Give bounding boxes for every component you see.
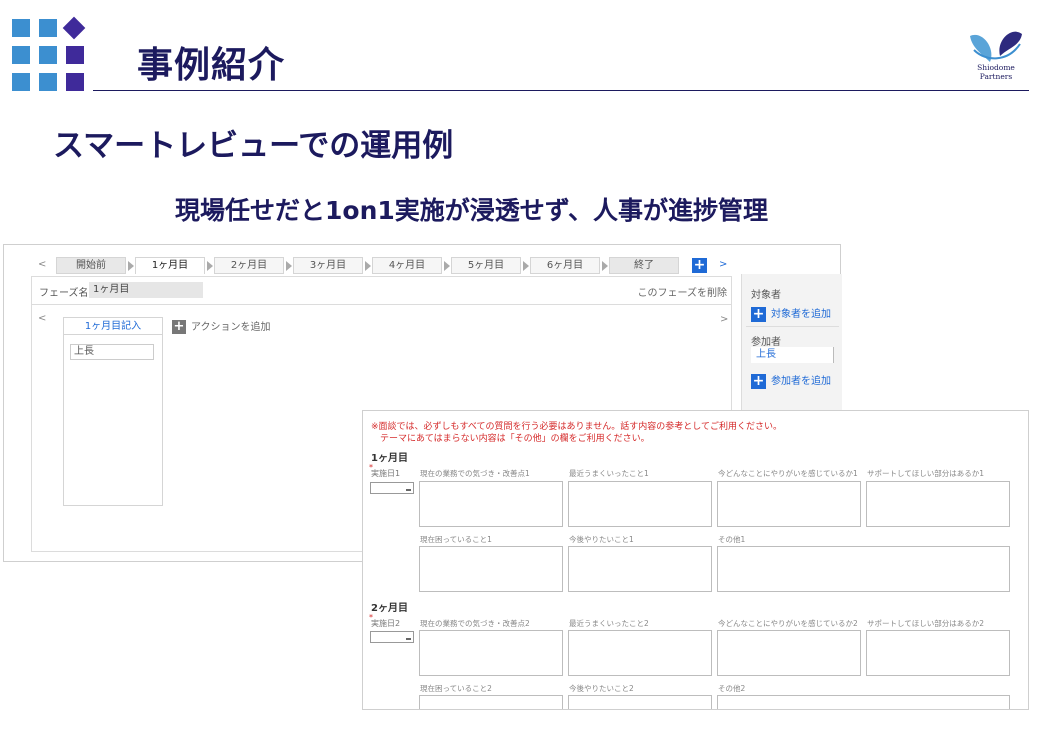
question-label: 現在困っていること2 — [420, 684, 492, 693]
answer-textarea[interactable] — [419, 630, 563, 676]
answer-textarea[interactable] — [568, 695, 712, 709]
phase-next-button[interactable]: > — [719, 259, 727, 270]
interview-form-screenshot: ※面談では、必ずしもすべての質問を行う必要はありません。話す内容の参考としてご利… — [362, 410, 1029, 710]
panel-divider — [32, 304, 731, 305]
answer-textarea[interactable] — [419, 695, 563, 709]
question-label: 最近うまくいったこと1 — [569, 469, 649, 478]
phase-arrow-icon — [207, 261, 213, 271]
answer-textarea[interactable] — [717, 630, 861, 676]
form-notice-line2: テーマにあてはまらない内容は「その他」の欄をご利用ください。 — [380, 434, 650, 444]
month-heading: 1ヶ月目 — [371, 453, 408, 464]
date-label: 実施日2 — [371, 619, 401, 628]
question-label: 今後やりたいこと1 — [569, 535, 634, 544]
phase-name-label: フェーズ名: — [39, 288, 92, 299]
brand-name: Shiodome Partners — [977, 63, 1015, 81]
phase-tab-month5[interactable]: 5ヶ月目 — [451, 257, 521, 274]
answer-textarea[interactable] — [568, 546, 712, 592]
participant-label: 参加者 — [751, 337, 781, 348]
plus-icon: + — [172, 319, 186, 334]
question-label: 現在の業務での気づき・改善点1 — [420, 469, 530, 478]
add-action-label: アクションを追加 — [191, 322, 271, 333]
add-participant-label: 参加者を追加 — [771, 376, 831, 387]
add-action-button[interactable]: + アクションを追加 — [172, 318, 271, 334]
action-next-button[interactable]: > — [720, 314, 728, 325]
add-target-button[interactable]: + 対象者を追加 — [751, 305, 831, 322]
answer-textarea[interactable] — [866, 481, 1010, 527]
date-input[interactable] — [370, 631, 414, 643]
month-heading: 2ヶ月目 — [371, 603, 408, 614]
section-tagline: 現場任せだと1on1実施が浸透せず、人事が進捗管理 — [175, 196, 769, 225]
phase-tab-before[interactable]: 開始前 — [56, 257, 126, 274]
participant-sidebar: 対象者 + 対象者を追加 参加者 上長 + 参加者を追加 — [741, 274, 842, 414]
add-phase-button[interactable]: + — [692, 258, 707, 273]
add-target-label: 対象者を追加 — [771, 309, 831, 320]
phase-tab-month3[interactable]: 3ヶ月目 — [293, 257, 363, 274]
participant-value[interactable]: 上長 — [751, 347, 834, 363]
phase-arrow-icon — [444, 261, 450, 271]
action-column: 1ヶ月目記入 上長 — [63, 317, 163, 506]
title-divider — [93, 90, 1029, 91]
question-label: サポートしてほしい部分はあるか2 — [867, 619, 985, 628]
action-prev-button[interactable]: < — [38, 313, 46, 324]
answer-textarea[interactable] — [717, 546, 1010, 592]
answer-textarea[interactable] — [717, 695, 1010, 709]
question-label: 現在の業務での気づき・改善点2 — [420, 619, 530, 628]
phase-arrow-icon — [523, 261, 529, 271]
question-label: その他1 — [718, 535, 746, 544]
phase-prev-button[interactable]: < — [38, 259, 46, 270]
question-label: 今どんなことにやりがいを感じているか2 — [718, 619, 858, 628]
sidebar-divider — [746, 326, 839, 327]
phase-arrow-icon — [365, 261, 371, 271]
phase-tab-month4[interactable]: 4ヶ月目 — [372, 257, 442, 274]
page-title: 事例紹介 — [137, 45, 286, 86]
answer-textarea[interactable] — [568, 481, 712, 527]
question-label: 最近うまくいったこと2 — [569, 619, 649, 628]
section-subtitle: スマートレビューでの運用例 — [53, 128, 454, 164]
action-column-item[interactable]: 上長 — [70, 344, 154, 360]
answer-textarea[interactable] — [419, 546, 563, 592]
plus-icon: + — [751, 305, 766, 322]
question-label: 今後やりたいこと2 — [569, 684, 634, 693]
action-column-title[interactable]: 1ヶ月目記入 — [64, 318, 162, 335]
answer-textarea[interactable] — [717, 481, 861, 527]
phase-tab-month6[interactable]: 6ヶ月目 — [530, 257, 600, 274]
question-label: その他2 — [718, 684, 746, 693]
phase-arrow-icon — [286, 261, 292, 271]
question-label: 今どんなことにやりがいを感じているか1 — [718, 469, 858, 478]
phase-name-input[interactable]: 1ヶ月目 — [89, 282, 203, 298]
plus-icon: + — [751, 372, 766, 389]
date-label: 実施日1 — [371, 469, 401, 478]
delete-phase-link[interactable]: このフェーズを削除 — [638, 284, 728, 299]
add-participant-button[interactable]: + 参加者を追加 — [751, 372, 831, 389]
date-input[interactable] — [370, 482, 414, 494]
question-label: サポートしてほしい部分はあるか1 — [867, 469, 985, 478]
phase-arrow-icon — [128, 261, 134, 271]
phase-tab-month2[interactable]: 2ヶ月目 — [214, 257, 284, 274]
phase-tab-end[interactable]: 終了 — [609, 257, 679, 274]
answer-textarea[interactable] — [866, 630, 1010, 676]
phase-arrow-icon — [602, 261, 608, 271]
target-label: 対象者 — [751, 290, 781, 301]
phase-tab-bar: < 開始前 1ヶ月目 2ヶ月目 3ヶ月目 4ヶ月目 5ヶ月目 6ヶ月目 終了 +… — [4, 255, 744, 277]
phase-tab-month1[interactable]: 1ヶ月目 — [135, 257, 205, 274]
question-label: 現在困っていること1 — [420, 535, 492, 544]
answer-textarea[interactable] — [419, 481, 563, 527]
answer-textarea[interactable] — [568, 630, 712, 676]
